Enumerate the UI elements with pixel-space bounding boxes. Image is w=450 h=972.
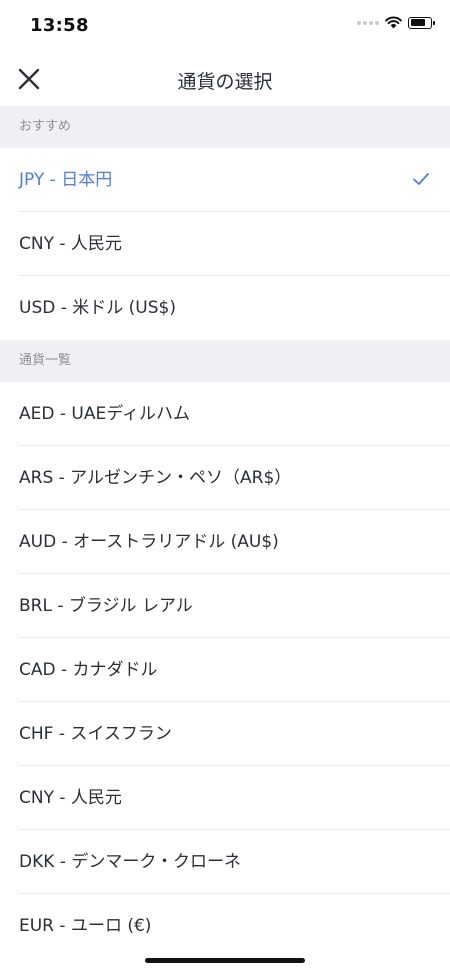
currency-label: AUD - オーストラリアドル (AU$) (19, 532, 279, 552)
currency-label: AED - UAEディルハム (19, 404, 191, 424)
currency-row[interactable]: CAD - カナダドル (0, 638, 450, 702)
cellular-signal-icon (357, 20, 379, 25)
status-icons (357, 16, 435, 29)
currency-row[interactable]: CNY - 人民元 (0, 212, 450, 276)
page-title: 通貨の選択 (177, 71, 273, 93)
currency-row[interactable]: BRL - ブラジル レアル (0, 574, 450, 638)
currency-list[interactable]: おすすめ JPY - 日本円 CNY - 人民元 USD - 米ドル (US$) 通貨一… (0, 106, 450, 958)
currency-row[interactable]: CHF - スイスフラン (0, 702, 450, 766)
currency-label: ARS - アルゼンチン・ペソ（AR$） (19, 468, 292, 488)
currency-label: CNY - 人民元 (19, 788, 122, 808)
currency-row[interactable]: EUR - ユーロ (€) (0, 894, 450, 958)
battery-icon (408, 16, 435, 29)
currency-row[interactable]: AED - UAEディルハム (0, 382, 450, 446)
checkmark-icon (413, 173, 429, 185)
currency-label: CAD - カナダドル (19, 660, 158, 680)
currency-label: JPY - 日本円 (19, 170, 113, 190)
currency-row[interactable]: ARS - アルゼンチン・ペソ（AR$） (0, 446, 450, 510)
currency-label: USD - 米ドル (US$) (19, 298, 176, 318)
currency-label: CNY - 人民元 (19, 234, 122, 254)
nav-bar: 通貨の選択 (0, 52, 450, 106)
currency-row[interactable]: DKK - デンマーク・クローネ (0, 830, 450, 894)
currency-label: CHF - スイスフラン (19, 724, 172, 744)
currency-label: DKK - デンマーク・クローネ (19, 852, 241, 872)
section-header: 通貨一覧 (0, 340, 450, 382)
currency-row[interactable]: USD - 米ドル (US$) (0, 276, 450, 340)
home-indicator (145, 958, 305, 963)
battery-level (410, 19, 425, 26)
currency-row[interactable]: JPY - 日本円 (0, 148, 450, 212)
wifi-icon (385, 16, 402, 29)
currency-row[interactable]: AUD - オーストラリアドル (AU$) (0, 510, 450, 574)
currency-label: EUR - ユーロ (€) (19, 916, 152, 936)
section-header: おすすめ (0, 106, 450, 148)
currency-label: BRL - ブラジル レアル (19, 596, 193, 616)
currency-row[interactable]: CNY - 人民元 (0, 766, 450, 830)
status-bar: 13:58 (0, 0, 450, 52)
status-time: 13:58 (30, 15, 89, 36)
